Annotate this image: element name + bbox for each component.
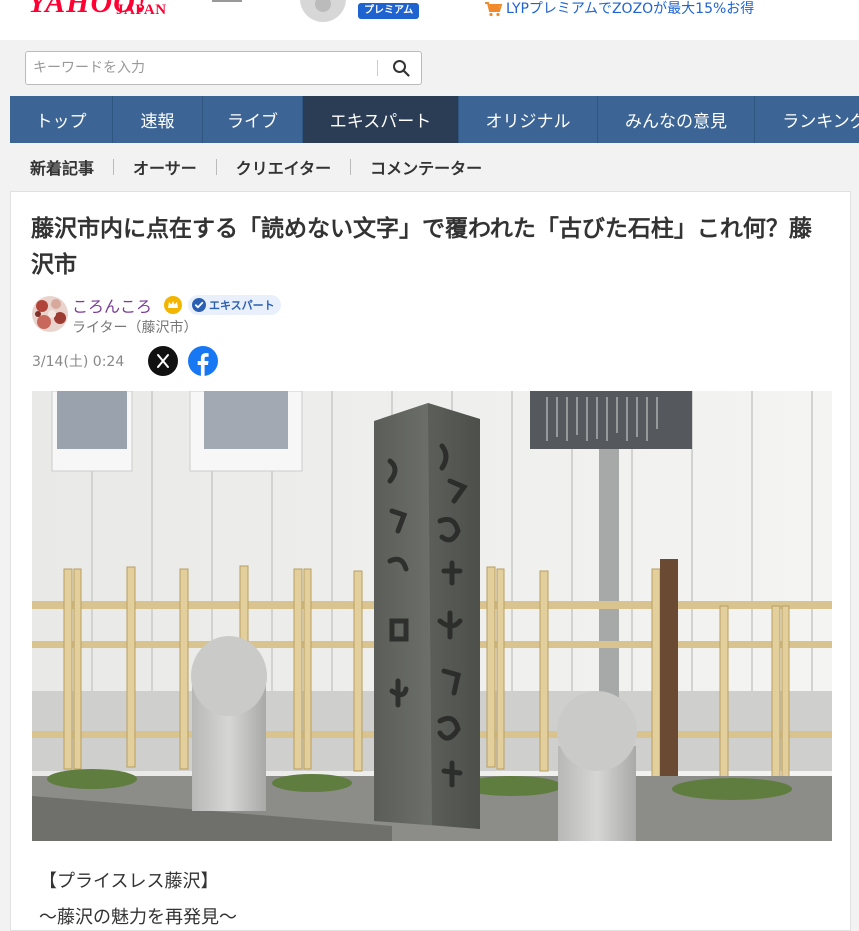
article-photo: [32, 391, 832, 841]
article-card: 藤沢市内に点在する「読めない文字」で覆われた「古びた石柱」これ何？藤沢市 ころん…: [10, 191, 851, 931]
main-nav: トップ 速報 ライブ エキスパート オリジナル みんなの意見 ランキング: [10, 96, 859, 143]
tab-top[interactable]: トップ: [10, 96, 113, 143]
subnav-divider: [350, 159, 352, 175]
premium-badge[interactable]: プレミアム: [358, 3, 420, 19]
tab-expert[interactable]: エキスパート: [303, 96, 459, 143]
sub-nav: 新着記事 オーサー クリエイター コメンテーター: [10, 143, 859, 191]
tab-ranking[interactable]: ランキング: [755, 96, 859, 143]
x-logo-icon: [157, 354, 169, 368]
facebook-icon: [188, 346, 218, 376]
site-header: YAHOO! JAPAN プレミアム LYPプレミアムでZOZOが最大15%お得: [0, 0, 859, 40]
article-title: 藤沢市内に点在する「読めない文字」で覆われた「古びた石柱」これ何？藤沢市: [31, 216, 812, 278]
stone-pillar-photo: [32, 391, 832, 841]
search-input[interactable]: [27, 53, 377, 83]
author-avatar-image: [32, 296, 68, 332]
tab-breaking[interactable]: 速報: [113, 96, 203, 143]
expert-badge: エキスパート: [188, 295, 281, 315]
user-avatar[interactable]: [300, 0, 346, 22]
search-box: [25, 51, 422, 85]
crown-icon: [164, 296, 182, 314]
header-partial-text: [212, 0, 242, 2]
expert-badge-label: エキスパート: [209, 299, 275, 312]
search-divider: [377, 60, 378, 76]
subnav-creators[interactable]: クリエイター: [236, 155, 331, 179]
cart-icon: [485, 2, 502, 17]
publish-date: 3/14(土) 0:24: [32, 354, 125, 370]
subnav-new-articles[interactable]: 新着記事: [30, 155, 94, 179]
subnav-divider: [215, 159, 217, 175]
subnav-authors[interactable]: オーサー: [133, 155, 197, 179]
search-icon: [393, 60, 410, 77]
subnav-commentators[interactable]: コメンテーター: [370, 155, 482, 179]
author-role: ライター（藤沢市）: [72, 320, 198, 336]
promo-link[interactable]: LYPプレミアムでZOZOが最大15%お得: [484, 0, 754, 18]
check-icon: [192, 298, 206, 312]
article-intro-heading: 【プライスレス藤沢】: [39, 871, 219, 892]
article-intro-subheading: 〜藤沢の魅力を再発見〜: [39, 907, 237, 928]
yahoo-logo-sub[interactable]: JAPAN: [116, 2, 167, 19]
share-x-button[interactable]: [148, 346, 178, 376]
tab-original[interactable]: オリジナル: [459, 96, 598, 143]
author-avatar[interactable]: [32, 296, 68, 332]
tab-opinions[interactable]: みんなの意見: [598, 96, 755, 143]
tab-live[interactable]: ライブ: [203, 96, 303, 143]
search-button[interactable]: [382, 53, 420, 83]
subnav-divider: [113, 159, 115, 175]
share-facebook-button[interactable]: [188, 346, 218, 376]
promo-text: LYPプレミアムでZOZOが最大15%お得: [506, 1, 755, 17]
author-name[interactable]: ころんころ: [72, 293, 152, 317]
